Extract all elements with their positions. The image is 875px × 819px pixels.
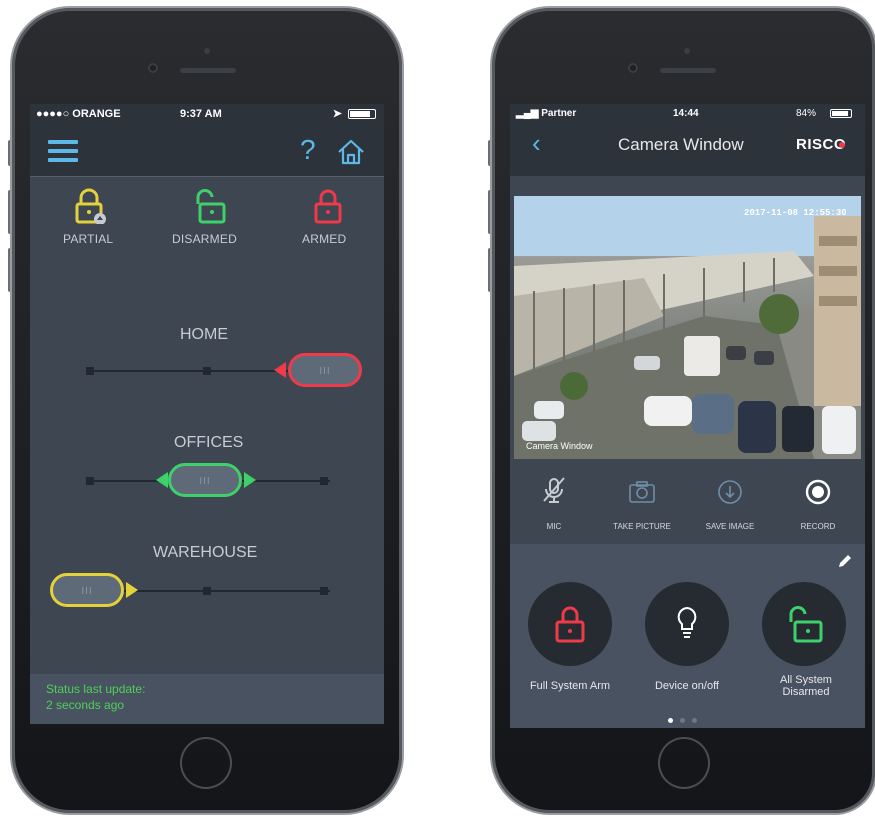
front-sensor — [684, 48, 690, 54]
camera-feed[interactable]: 2017-11-08 12:55:30 Camera Window — [514, 196, 861, 459]
track-stop — [320, 587, 328, 595]
earpiece-speaker — [660, 68, 716, 73]
camera-caption: Camera Window — [526, 441, 593, 451]
track-stop — [86, 367, 94, 375]
brand-logo-dot — [839, 142, 845, 148]
battery-icon — [348, 109, 376, 119]
device-toggle-button[interactable]: Device on/off — [635, 582, 739, 712]
front-camera — [628, 63, 638, 73]
track-stop — [203, 367, 211, 375]
partition-home-slider-knob[interactable]: III — [288, 353, 362, 387]
partition-home-name: HOME — [180, 326, 228, 343]
back-button[interactable]: ‹ — [532, 128, 541, 159]
open-lock-icon — [196, 189, 226, 224]
mode-disarmed-label: DISARMED — [172, 232, 237, 246]
status-footer: Status last update: 2 seconds ago — [30, 674, 384, 724]
location-icon: ➤ — [332, 108, 342, 120]
page-title: Camera Window — [618, 135, 744, 154]
partial-lock-icon — [75, 188, 106, 224]
record-label: RECORD — [800, 522, 836, 531]
download-icon — [718, 480, 742, 504]
camera-icon — [629, 481, 655, 503]
partition-offices-slider-knob[interactable]: III — [168, 463, 242, 497]
page-dot[interactable] — [692, 718, 697, 723]
home-icon[interactable] — [336, 138, 366, 166]
right-phone-screen: ▂▄▆ Partner 14:44 84% ‹ Camera Window RI… — [510, 104, 865, 728]
lightbulb-icon — [677, 606, 697, 638]
status-update-label: Status last update: — [46, 682, 146, 696]
shortcuts-panel: Full System Arm Device on/off All System… — [510, 544, 865, 728]
mode-armed-button[interactable]: ARMED — [292, 188, 362, 248]
full-system-arm-button[interactable]: Full System Arm — [516, 582, 620, 712]
disarm-left-arrow — [156, 472, 168, 488]
front-sensor — [204, 48, 210, 54]
status-bar: ●●●●○ ORANGE 9:37 AM ➤ — [30, 104, 384, 124]
mode-partial-button[interactable]: PARTIAL — [55, 188, 125, 248]
record-button[interactable]: RECORD — [778, 464, 858, 540]
hamburger-menu-icon[interactable] — [48, 140, 78, 162]
status-update-age: 2 seconds ago — [46, 698, 125, 712]
carrier-text: ●●●●○ ORANGE — [36, 108, 121, 120]
page-dot-active[interactable] — [668, 718, 673, 723]
home-button[interactable] — [180, 737, 232, 789]
disarm-right-arrow — [244, 472, 256, 488]
closed-lock-icon — [314, 189, 342, 224]
partition-warehouse-slider-knob[interactable]: III — [50, 573, 124, 607]
edit-pencil-icon[interactable] — [836, 552, 854, 570]
closed-lock-icon — [555, 606, 585, 643]
save-image-label: SAVE IMAGE — [705, 522, 755, 531]
app-toolbar: ? — [30, 124, 384, 176]
save-image-button[interactable]: SAVE IMAGE — [690, 464, 770, 540]
partition-warehouse-name: WAREHOUSE — [153, 544, 258, 561]
mode-armed-label: ARMED — [302, 232, 347, 246]
arm-direction-arrow — [274, 362, 286, 378]
partial-direction-arrow — [126, 582, 138, 598]
front-camera — [148, 63, 158, 73]
carrier-text: ▂▄▆ Partner — [516, 108, 577, 119]
clock-text: 14:44 — [673, 108, 699, 119]
left-phone-screen: ●●●●○ ORANGE 9:37 AM ➤ ? PARTIAL DISARME… — [30, 104, 384, 724]
mode-disarmed-button[interactable]: DISARMED — [168, 188, 258, 248]
camera-timestamp: 2017-11-08 12:55:30 — [744, 208, 847, 218]
page-dot[interactable] — [680, 718, 685, 723]
track-stop — [203, 587, 211, 595]
all-system-disarmed-label: All System Disarmed — [780, 674, 832, 698]
all-system-disarmed-button[interactable]: All System Disarmed — [754, 582, 858, 712]
mode-partial-label: PARTIAL — [63, 232, 114, 246]
track-stop — [86, 477, 94, 485]
camera-scene-image — [514, 196, 861, 459]
full-system-arm-label: Full System Arm — [529, 680, 611, 692]
toolbar-divider — [30, 176, 384, 177]
open-lock-icon — [789, 606, 823, 643]
page-indicator — [668, 718, 708, 724]
help-icon[interactable]: ? — [300, 134, 316, 166]
device-toggle-label: Device on/off — [654, 680, 719, 692]
camera-actions: MIC TAKE PICTURE SAVE IMAGE RECORD — [510, 464, 865, 540]
partition-offices-name: OFFICES — [174, 434, 244, 451]
take-picture-button[interactable]: TAKE PICTURE — [602, 464, 682, 540]
take-picture-label: TAKE PICTURE — [613, 522, 671, 531]
battery-percentage: 84% — [796, 108, 817, 119]
mic-muted-icon — [543, 477, 565, 503]
record-icon — [805, 479, 831, 505]
mic-button[interactable]: MIC — [514, 464, 594, 540]
clock-text: 9:37 AM — [180, 108, 222, 120]
mic-label: MIC — [546, 522, 562, 531]
battery-icon — [830, 109, 852, 118]
app-header: ▂▄▆ Partner 14:44 84% ‹ Camera Window RI… — [510, 104, 865, 176]
home-button[interactable] — [658, 737, 710, 789]
earpiece-speaker — [180, 68, 236, 73]
track-stop — [320, 477, 328, 485]
